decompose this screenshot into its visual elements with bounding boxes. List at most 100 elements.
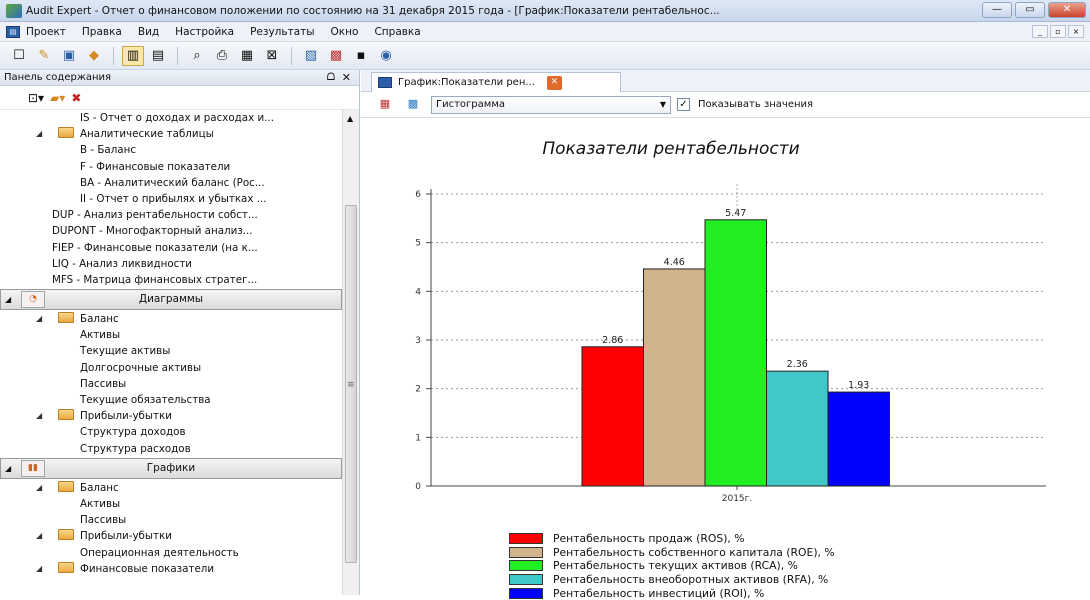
tree-item-label: Пассивы	[80, 377, 127, 390]
close-button[interactable]: ✕	[1048, 2, 1086, 18]
tree-folder[interactable]: ◢ Прибыли-убытки	[0, 408, 342, 424]
tree-item-label: Текущие обязательства	[80, 394, 211, 406]
show-values-checkbox[interactable]: ✓	[677, 98, 690, 111]
legend-swatch	[509, 587, 543, 599]
table-icon[interactable]: ⊠	[261, 46, 283, 66]
menu-project[interactable]: Проект	[26, 26, 66, 38]
expand-arrow-icon[interactable]: ◢	[36, 561, 42, 577]
minimize-button[interactable]: —	[982, 2, 1012, 18]
menu-settings[interactable]: Настройка	[175, 26, 234, 38]
tree-item[interactable]: Активы	[0, 496, 342, 512]
print-icon[interactable]: ⎙	[211, 46, 233, 66]
tree-item-label: IS - Отчет о доходах и расходах и...	[80, 112, 274, 124]
open-icon[interactable]: ✎	[33, 46, 55, 66]
tree-item[interactable]: DUP - Анализ рентабельности собст...	[0, 207, 342, 223]
layout-icon[interactable]: ▥	[122, 45, 144, 66]
tree-folder[interactable]: ◢ Баланс	[0, 480, 342, 496]
tab-close-icon[interactable]: ✕	[546, 75, 562, 90]
expand-arrow-icon[interactable]: ◢	[36, 480, 42, 496]
menu-bar: ▤ Проект Правка Вид Настройка Результаты…	[0, 22, 1090, 42]
tree-item[interactable]: Долгосрочные активы	[0, 360, 342, 376]
tree-item[interactable]: F - Финансовые показатели	[0, 159, 342, 175]
tree-item[interactable]: II - Отчет о прибылях и убытках ...	[0, 191, 342, 207]
data-label: 4.46	[664, 257, 685, 268]
menu-edit[interactable]: Правка	[82, 26, 122, 38]
tree-folder[interactable]: ◢ Прибыли-убытки	[0, 528, 342, 544]
bar-1	[581, 346, 644, 487]
tree-item-label: Операционная деятельность	[80, 546, 239, 559]
collapse-arrow-icon[interactable]: ◢	[5, 459, 11, 478]
scroll-up-icon[interactable]: ▲	[347, 114, 353, 123]
document-menu-icon[interactable]: ▤	[6, 25, 20, 38]
tree-item[interactable]: FIEP - Финансовые показатели (на к...	[0, 240, 342, 256]
tree-item[interactable]: IS - Отчет о доходах и расходах и...	[0, 110, 342, 126]
bar-5	[827, 391, 890, 487]
panel-close-icon[interactable]: ✕	[342, 70, 351, 85]
tree-item[interactable]: DUPONT - Многофакторный анализ...	[0, 223, 342, 239]
mdi-minimize-button[interactable]: _	[1032, 25, 1048, 38]
tree-item[interactable]: Пассивы	[0, 512, 342, 528]
tree-item[interactable]: Текущие обязательства	[0, 392, 342, 408]
menu-help[interactable]: Справка	[374, 26, 420, 38]
add-item-icon[interactable]: ⊡▾	[28, 91, 44, 105]
pin-icon[interactable]: ᗝ	[327, 70, 335, 85]
preview-icon[interactable]: ⌕	[186, 46, 208, 66]
chart-tab-icon	[378, 77, 392, 88]
add-folder-icon[interactable]: ▰▾	[50, 91, 65, 105]
tree-item[interactable]: LIQ - Анализ ликвидности	[0, 256, 342, 272]
maximize-button[interactable]: ▭	[1015, 2, 1045, 18]
bar-4	[766, 370, 829, 487]
save-icon[interactable]: ▣	[58, 46, 80, 66]
menu-view[interactable]: Вид	[138, 26, 159, 38]
tree-item[interactable]: Операционная деятельность	[0, 545, 342, 561]
tab-chart[interactable]: График:Показатели рен... ✕	[371, 72, 621, 92]
tree-item[interactable]: Структура расходов	[0, 441, 342, 457]
tree-scrollbar[interactable]: ▲ ≡	[342, 110, 359, 595]
export-icon[interactable]: ◆	[83, 46, 105, 66]
expand-arrow-icon[interactable]: ◢	[36, 126, 42, 142]
calc-icon[interactable]: ▦	[236, 46, 258, 66]
tree-item[interactable]: MFS - Матрица финансовых стратег...	[0, 272, 342, 288]
tree-item[interactable]: Структура доходов	[0, 424, 342, 440]
legend-item: Рентабельность внеоборотных активов (RFA…	[509, 573, 909, 587]
mdi-restore-button[interactable]: ▫	[1050, 25, 1066, 38]
help-icon[interactable]: ◉	[375, 46, 397, 66]
new-file-icon[interactable]: ☐	[8, 46, 30, 66]
tree-folder[interactable]: ◢ Финансовые показатели	[0, 561, 342, 577]
tree-item-label: Финансовые показатели	[80, 562, 215, 575]
tree-folder[interactable]: ◢ Аналитические таблицы	[0, 126, 342, 142]
delete-icon[interactable]: ✖	[71, 91, 81, 105]
sheet-icon[interactable]: ▩	[325, 46, 347, 66]
group-header[interactable]: ◢ ▮▮ Графики	[0, 457, 342, 479]
chart-settings-icon[interactable]: ▩	[403, 97, 423, 113]
tree-item[interactable]: Текущие активы	[0, 343, 342, 359]
diagram-icon: ◔	[21, 291, 45, 309]
mdi-close-button[interactable]: ×	[1068, 25, 1084, 38]
grid-icon[interactable]: ▧	[300, 46, 322, 66]
expand-arrow-icon[interactable]: ◢	[36, 408, 42, 424]
y-tick-label: 5	[415, 239, 421, 249]
legend-label: Рентабельность внеоборотных активов (RFA…	[553, 573, 829, 587]
group-header[interactable]: ◢ ◔ Диаграммы	[0, 289, 342, 311]
chart-type-select[interactable]: Гистограмма ▼	[431, 95, 671, 114]
expand-arrow-icon[interactable]: ◢	[36, 311, 42, 327]
chart-export-icon[interactable]: ▦	[375, 97, 395, 113]
expand-arrow-icon[interactable]: ◢	[36, 528, 42, 544]
tree-item-label: Активы	[80, 497, 121, 510]
list-icon[interactable]: ▤	[147, 46, 169, 66]
tree-item[interactable]: BA - Аналитический баланс (Рос...	[0, 175, 342, 191]
menu-results[interactable]: Результаты	[250, 26, 314, 38]
tree-item[interactable]: Пассивы	[0, 376, 342, 392]
tree-item[interactable]: B - Баланс	[0, 142, 342, 158]
folder-icon	[58, 480, 74, 492]
tree-item-label: II - Отчет о прибылях и убытках ...	[80, 192, 267, 205]
menu-window[interactable]: Окно	[331, 26, 359, 38]
tree-item-label: Пассивы	[80, 514, 127, 527]
folder-icon	[58, 312, 74, 324]
collapse-arrow-icon[interactable]: ◢	[5, 290, 11, 309]
tree-item[interactable]: Активы	[0, 327, 342, 343]
disk-icon[interactable]: ▪	[350, 46, 372, 66]
folder-icon	[58, 561, 74, 573]
tree-folder[interactable]: ◢ Баланс	[0, 311, 342, 327]
window-title: Audit Expert - Отчет о финансовом положе…	[26, 4, 720, 17]
